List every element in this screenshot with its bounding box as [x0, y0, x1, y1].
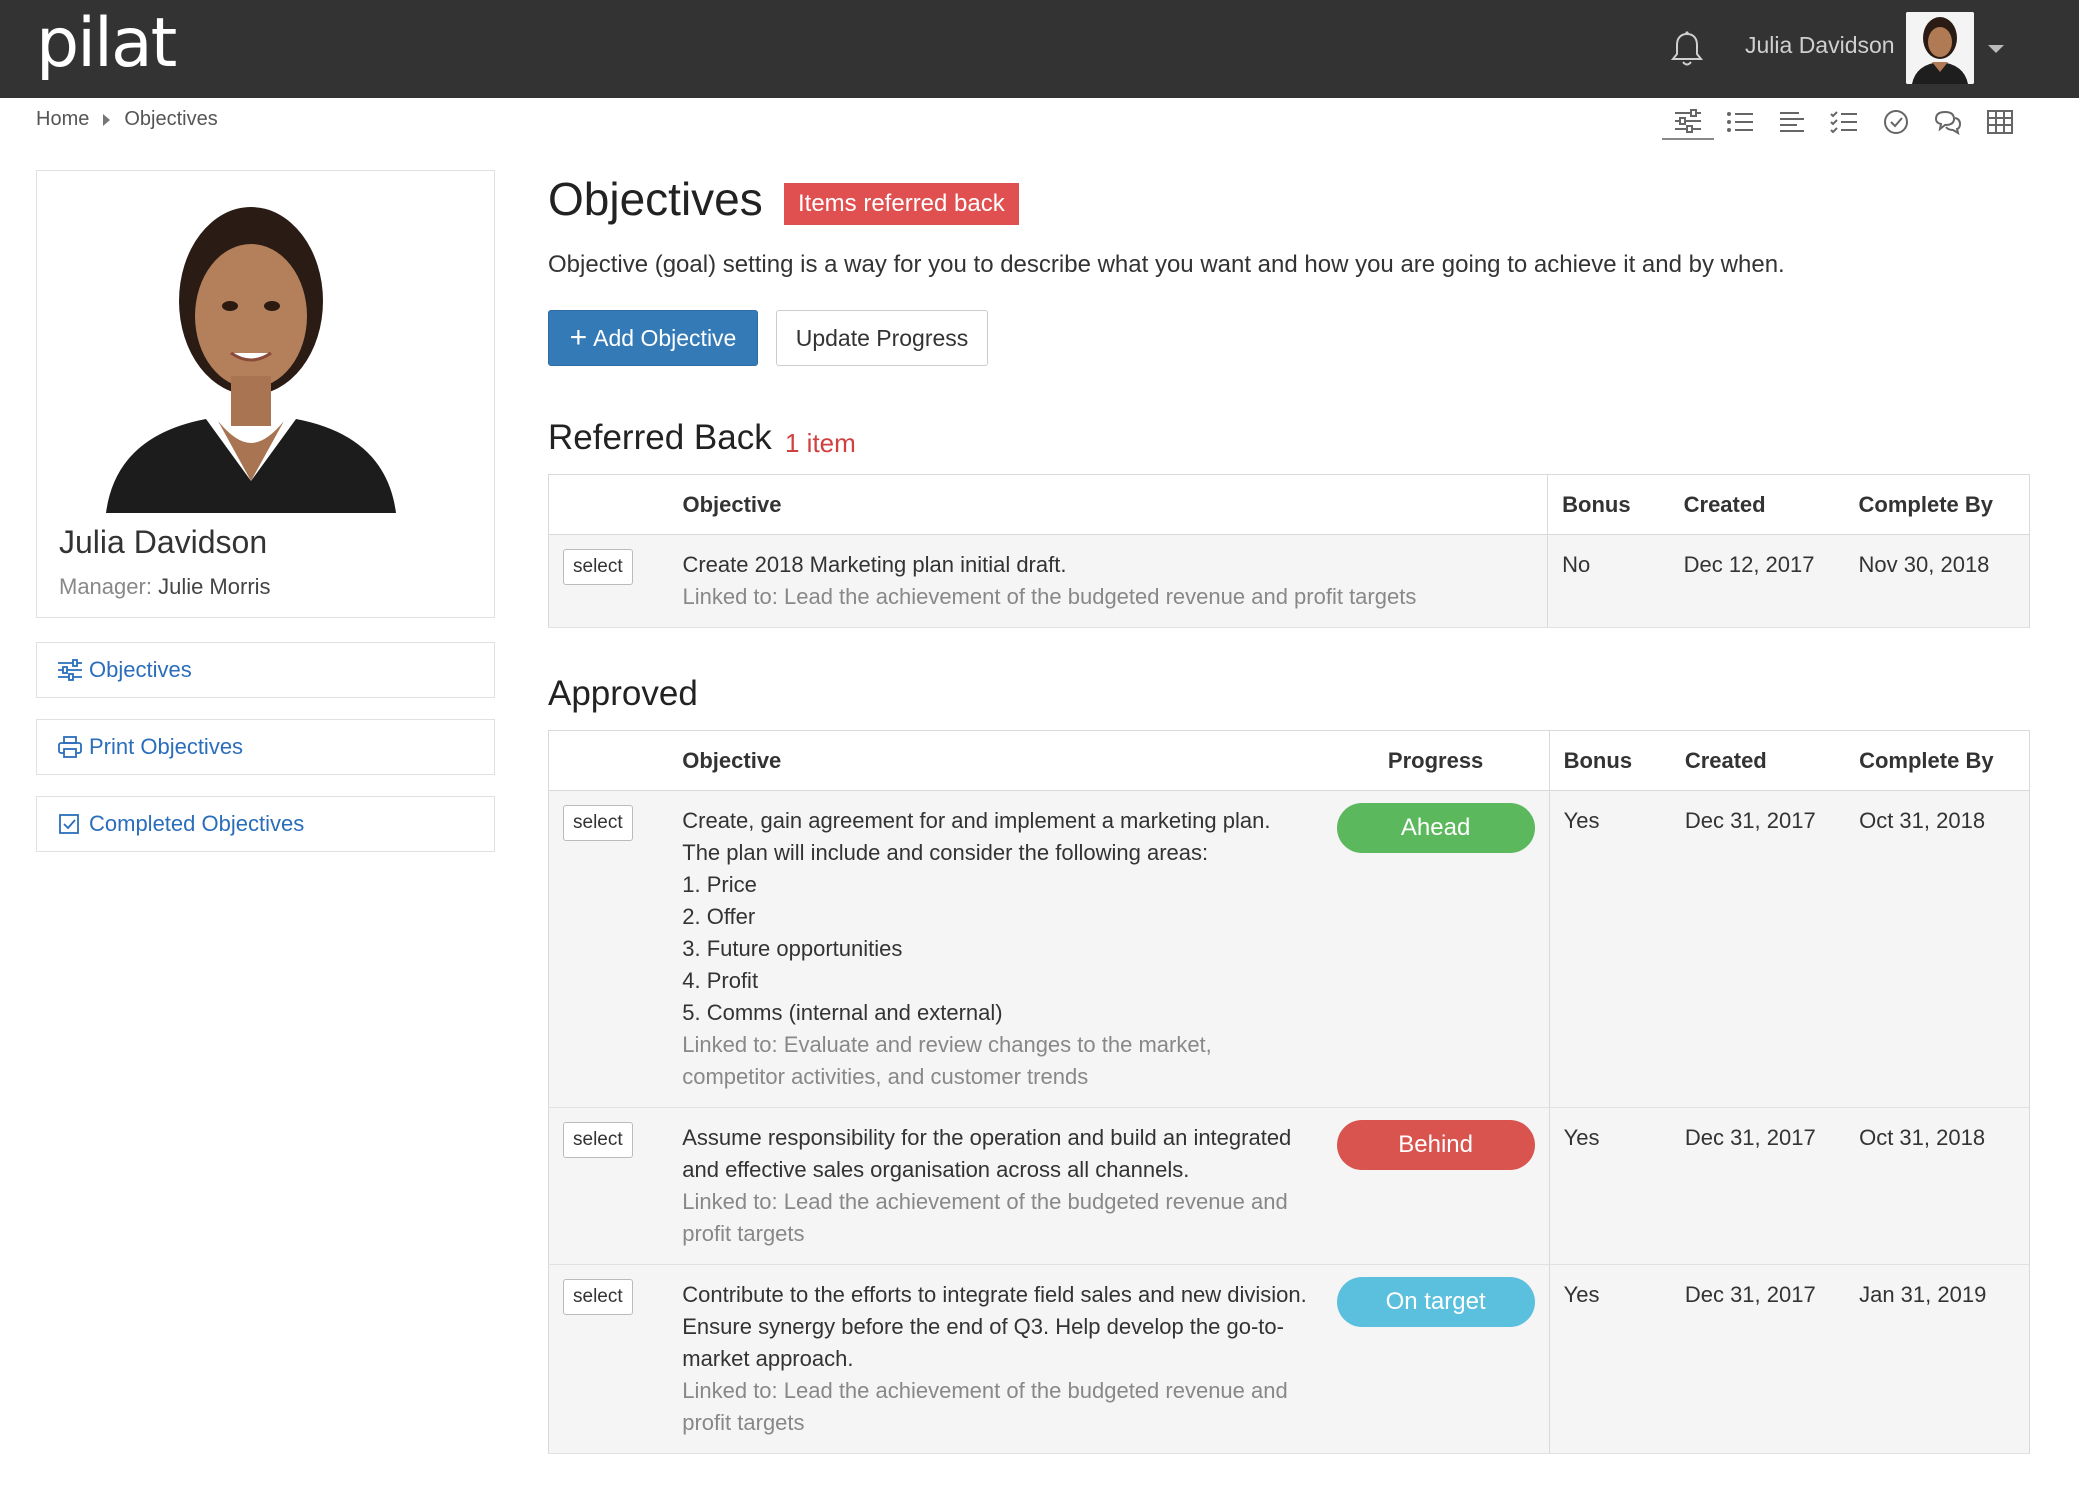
col-complete-by: Complete By: [1845, 730, 2030, 791]
referred-back-table: Objective Bonus Created Complete By sele…: [548, 474, 2030, 628]
objective-line: 5. Comms (internal and external): [682, 1000, 1003, 1025]
check-circle-icon[interactable]: [1870, 104, 1922, 140]
add-objective-button[interactable]: + Add Objective: [548, 310, 758, 366]
breadcrumb-arrow-icon: [103, 113, 111, 126]
col-select: [548, 730, 669, 791]
manager-label: Manager:: [59, 574, 152, 599]
page-title: Objectives: [548, 173, 763, 225]
user-menu-caret-icon[interactable]: [1988, 45, 2004, 53]
user-name[interactable]: Julia Davidson: [1745, 32, 1895, 59]
col-created: Created: [1670, 730, 1846, 791]
complete-by-value: Jan 31, 2019: [1845, 1264, 2030, 1454]
linked-text: Linked to: Lead the achievement of the b…: [682, 1378, 1288, 1435]
table-row: select Contribute to the efforts to inte…: [548, 1264, 2030, 1454]
sidebar-link-label: Print Objectives: [89, 734, 244, 759]
table-header-row: Objective Bonus Created Complete By: [548, 474, 2030, 535]
user-avatar[interactable]: [1906, 12, 1974, 84]
profile-card: Julia Davidson Manager: Julie Morris: [36, 170, 495, 618]
table-row: select Assume responsibility for the ope…: [548, 1107, 2030, 1265]
complete-by-value: Oct 31, 2018: [1845, 790, 2030, 1108]
sidebar-link-label: Completed Objectives: [89, 811, 305, 836]
bonus-value: Yes: [1548, 1264, 1671, 1454]
referred-back-badge: Items referred back: [784, 183, 1019, 225]
select-button[interactable]: select: [563, 1122, 633, 1158]
created-value: Dec 31, 2017: [1670, 1264, 1846, 1454]
checkbox-checked-icon: [59, 814, 79, 834]
created-value: Dec 31, 2017: [1670, 790, 1846, 1108]
objective-line: Assume responsibility for the operation …: [682, 1125, 1292, 1182]
objective-line: 3. Future opportunities: [682, 936, 903, 961]
table-row: select Create 2018 Marketing plan initia…: [548, 534, 2030, 628]
col-select: [548, 474, 669, 535]
plus-icon: +: [569, 321, 588, 354]
bell-icon[interactable]: [1670, 30, 1704, 68]
linked-text: Linked to: Lead the achievement of the b…: [682, 584, 1417, 609]
col-objective: Objective: [668, 474, 1548, 535]
objective-text: Create 2018 Marketing plan initial draft…: [682, 552, 1067, 577]
table-row: select Create, gain agreement for and im…: [548, 790, 2030, 1108]
manager-name: Julie Morris: [158, 574, 271, 599]
list-icon[interactable]: [1714, 104, 1766, 140]
grid-icon[interactable]: [1974, 104, 2026, 140]
bonus-value: No: [1547, 534, 1670, 628]
select-button[interactable]: select: [563, 1279, 633, 1315]
objective-line: Contribute to the efforts to integrate f…: [682, 1282, 1307, 1371]
col-created: Created: [1669, 474, 1845, 535]
checklist-icon[interactable]: [1818, 104, 1870, 140]
progress-badge-ahead: Ahead: [1336, 803, 1535, 853]
progress-badge-behind: Behind: [1336, 1120, 1535, 1170]
sidebar-link-print-objectives[interactable]: Print Objectives: [36, 719, 495, 775]
approved-title: Approved: [548, 674, 698, 713]
profile-name: Julia Davidson: [59, 524, 268, 560]
intro-text: Objective (goal) setting is a way for yo…: [548, 251, 1785, 278]
progress-badge-on-target: On target: [1336, 1277, 1535, 1327]
profile-photo: [106, 181, 396, 513]
sidebar-link-label: Objectives: [89, 657, 192, 682]
linked-text: Linked to: Evaluate and review changes t…: [682, 1032, 1212, 1089]
objective-line: 2. Offer: [682, 904, 756, 929]
breadcrumb-home[interactable]: Home: [36, 108, 89, 131]
select-button[interactable]: select: [563, 805, 633, 841]
sidebar-link-completed-objectives[interactable]: Completed Objectives: [36, 796, 495, 852]
align-left-icon[interactable]: [1766, 104, 1818, 140]
referred-back-title: Referred Back: [548, 418, 772, 457]
sliders-icon[interactable]: [1662, 104, 1714, 140]
comments-icon[interactable]: [1922, 104, 1974, 140]
created-value: Dec 31, 2017: [1670, 1107, 1846, 1265]
printer-icon: [58, 736, 82, 758]
profile-manager: Manager: Julie Morris: [59, 574, 271, 600]
bonus-value: Yes: [1548, 1107, 1671, 1265]
objective-line: 1. Price: [682, 872, 757, 897]
objective-line: The plan will include and consider the f…: [682, 840, 1209, 865]
breadcrumb: Home Objectives: [36, 108, 218, 131]
complete-by-value: Oct 31, 2018: [1845, 1107, 2030, 1265]
sliders-icon: [58, 659, 82, 681]
bonus-value: Yes: [1548, 790, 1671, 1108]
objective-line: Create, gain agreement for and implement…: [682, 808, 1271, 833]
linked-text: Linked to: Lead the achievement of the b…: [682, 1189, 1288, 1246]
top-bar: pilat Julia Davidson: [0, 0, 2079, 98]
referred-back-count: 1 item: [785, 428, 856, 458]
complete-by-value: Nov 30, 2018: [1844, 534, 2030, 628]
col-bonus: Bonus: [1548, 730, 1671, 791]
col-objective: Objective: [668, 730, 1323, 791]
update-progress-button[interactable]: Update Progress: [776, 310, 988, 366]
add-objective-label: Add Objective: [593, 324, 737, 351]
created-value: Dec 12, 2017: [1669, 534, 1845, 628]
view-toolbar: [1662, 104, 2026, 140]
pilat-logo[interactable]: pilat: [36, 4, 177, 83]
objective-line: 4. Profit: [682, 968, 759, 993]
sidebar-link-objectives[interactable]: Objectives: [36, 642, 495, 698]
approved-table: Objective Progress Bonus Created Complet…: [548, 730, 2030, 1454]
table-header-row: Objective Progress Bonus Created Complet…: [548, 730, 2030, 791]
col-bonus: Bonus: [1547, 474, 1670, 535]
col-progress: Progress: [1322, 730, 1550, 791]
breadcrumb-current: Objectives: [124, 108, 218, 130]
col-complete-by: Complete By: [1844, 474, 2030, 535]
select-button[interactable]: select: [563, 549, 633, 585]
